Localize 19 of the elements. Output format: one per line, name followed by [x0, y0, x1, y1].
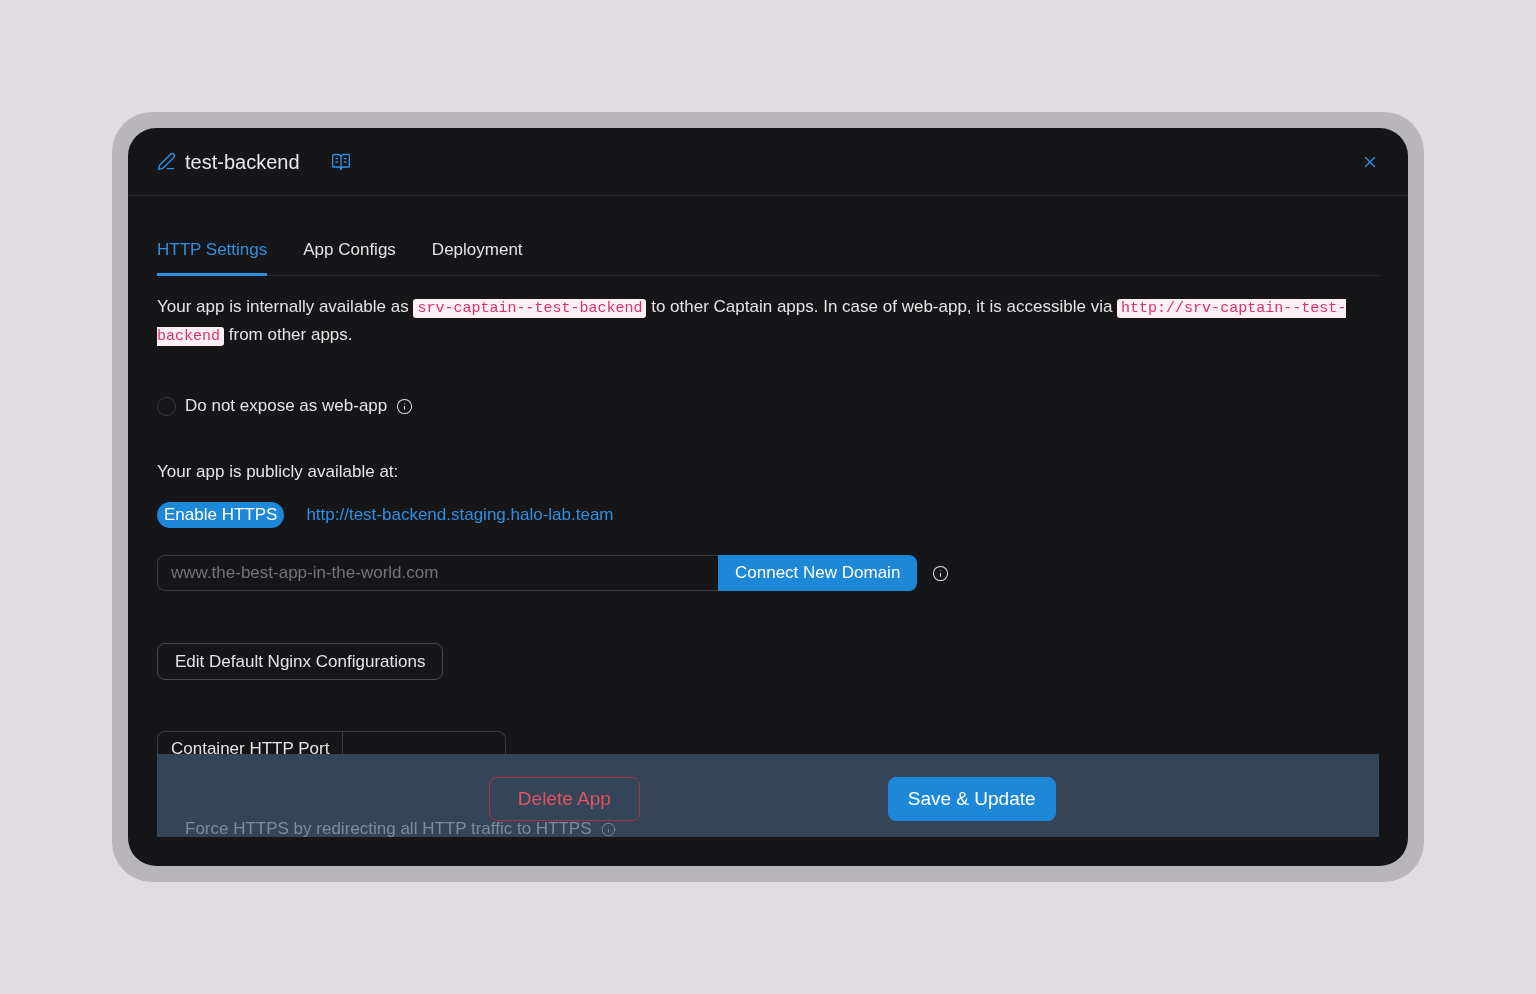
- enable-https-button[interactable]: Enable HTTPS: [157, 502, 285, 528]
- public-url-link[interactable]: http://test-backend.staging.halo-lab.team: [306, 504, 614, 526]
- info-icon: [932, 564, 950, 582]
- public-address-heading: Your app is publicly available at:: [157, 461, 399, 483]
- info-icon: [600, 821, 616, 837]
- expose-option-label: Do not expose as web-app: [185, 395, 388, 417]
- tab[interactable]: Deployment: [431, 224, 523, 276]
- dialog-title: test-backend: [185, 149, 300, 174]
- edit-pencil-icon[interactable]: [157, 152, 176, 171]
- nginx-config-button[interactable]: Edit Default Nginx Configurations: [157, 643, 444, 680]
- domain-input-field[interactable]: www.the-best-app-in-the-world.com: [157, 555, 718, 591]
- info-icon: [396, 397, 414, 415]
- internal-address-text: Your app is internally available as srv-captain--test-backend to other Captain apps. In case of web-app, it is accessible via http://srv-captain--test-backend from other apps.: [157, 296, 1348, 348]
- tab[interactable]: App Configs: [303, 224, 396, 276]
- save-update-button[interactable]: Save & Update: [887, 777, 1056, 821]
- force-https-label: Force HTTPS by redirecting all HTTP traffic to HTTPS: [185, 821, 592, 837]
- connect-domain-button[interactable]: Connect New Domain: [718, 555, 918, 591]
- tab[interactable]: HTTP Settings: [157, 224, 268, 276]
- book-icon[interactable]: [330, 151, 351, 172]
